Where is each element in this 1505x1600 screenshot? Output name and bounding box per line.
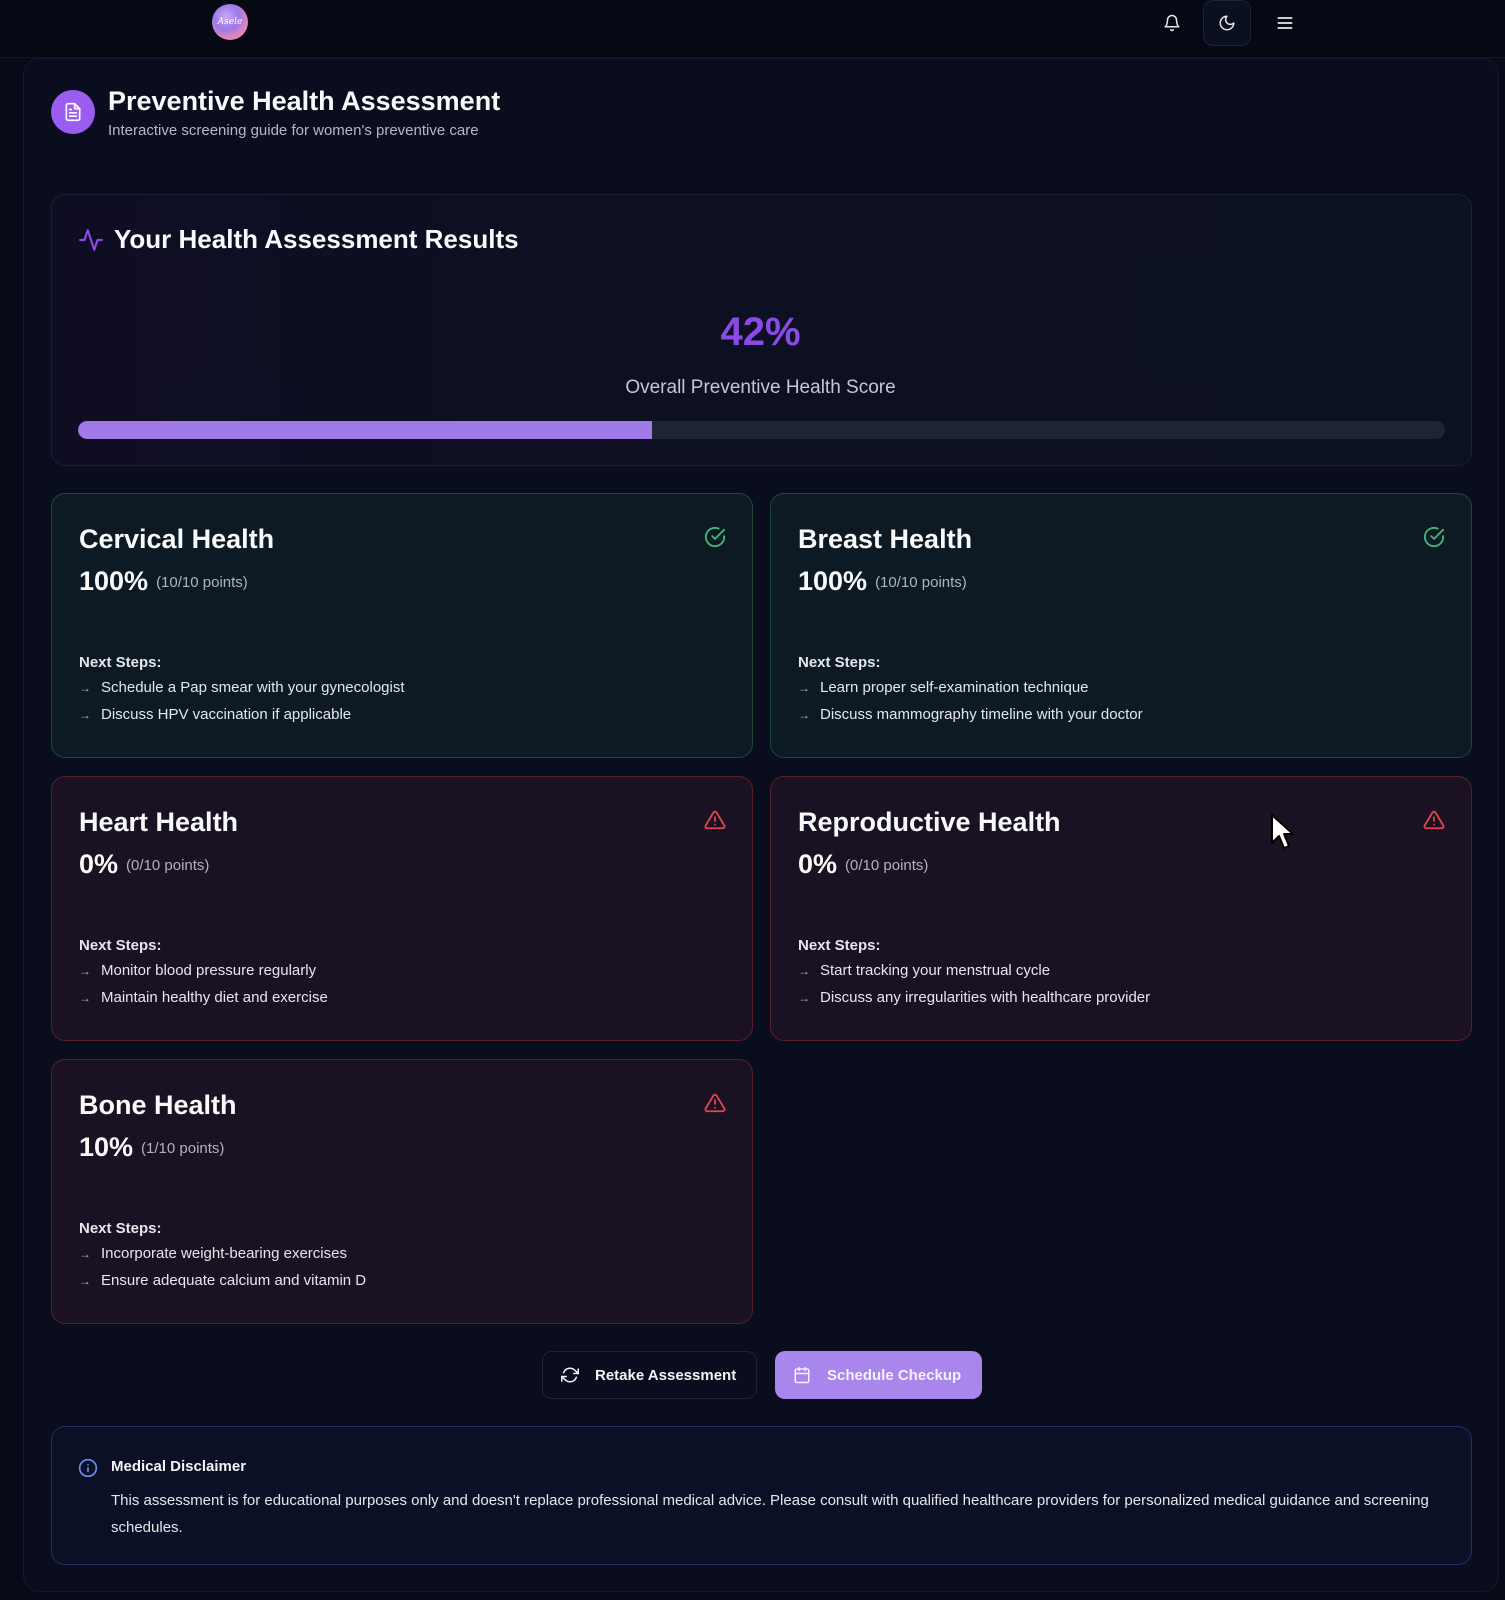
app-logo[interactable]: Asele: [212, 4, 248, 40]
next-step-item: → Start tracking your menstrual cycle: [798, 962, 1050, 979]
next-steps-label: Next Steps:: [79, 1220, 162, 1237]
bell-icon: [1164, 14, 1180, 32]
next-steps-label: Next Steps:: [798, 654, 881, 671]
schedule-checkup-label: Schedule Checkup: [827, 1366, 962, 1384]
overall-score-label: Overall Preventive Health Score: [625, 377, 896, 398]
next-step-text: Monitor blood pressure regularly: [101, 962, 317, 979]
arrow-right-icon: →: [798, 990, 810, 1005]
page-title: Preventive Health Assessment: [108, 86, 501, 116]
category-name: Heart Health: [79, 807, 239, 837]
next-step-item: → Maintain healthy diet and exercise: [79, 989, 328, 1006]
score-progress-bar: [78, 421, 1445, 439]
category-name: Bone Health: [79, 1090, 237, 1120]
category-score: 10% (1/10 points): [79, 1132, 224, 1163]
mouse-cursor-icon: [1270, 813, 1296, 858]
category-score-value: 100%: [79, 566, 149, 596]
next-step-text: Incorporate weight-bearing exercises: [101, 1245, 347, 1262]
category-score-value: 10%: [79, 1132, 134, 1162]
category-card-heart: Heart Health 0% (0/10 points) Next Steps:…: [51, 776, 753, 1041]
arrow-right-icon: →: [798, 707, 810, 722]
next-step-item: → Discuss any irregularities with healthc…: [798, 989, 1150, 1006]
arrow-right-icon: →: [79, 963, 91, 978]
menu-button[interactable]: [1261, 0, 1309, 46]
alert-triangle-icon: [704, 810, 726, 830]
next-steps-label: Next Steps:: [79, 937, 162, 954]
retake-assessment-label: Retake Assessment: [595, 1366, 737, 1384]
document-icon: [65, 102, 81, 122]
category-points: (0/10 points): [845, 857, 929, 874]
category-name: Cervical Health: [79, 524, 275, 554]
alert-triangle-icon: [704, 1093, 726, 1113]
category-card-reproductive: Reproductive Health 0% (0/10 points) Next…: [770, 776, 1472, 1041]
next-step-item: → Schedule a Pap smear with your gynecolo…: [79, 679, 405, 696]
arrow-right-icon: →: [79, 707, 91, 722]
category-score: 0% (0/10 points): [798, 849, 928, 880]
category-score: 100% (10/10 points): [79, 566, 248, 597]
category-score-value: 100%: [798, 566, 868, 596]
category-score-value: 0%: [798, 849, 838, 879]
arrow-right-icon: →: [798, 963, 810, 978]
category-name: Breast Health: [798, 524, 973, 554]
category-points: (1/10 points): [141, 1140, 225, 1157]
disclaimer-text: This assessment is for educational purpo…: [111, 1492, 1429, 1536]
category-score: 100% (10/10 points): [798, 566, 967, 597]
calendar-icon: [793, 1366, 811, 1384]
score-progress-fill: [78, 421, 653, 439]
retake-assessment-button[interactable]: Retake Assessment: [542, 1351, 757, 1399]
check-circle-icon: [704, 526, 726, 548]
next-step-item: → Learn proper self-examination technique: [798, 679, 1089, 696]
refresh-icon: [561, 1366, 579, 1384]
logo-text: Asele: [217, 17, 243, 27]
arrow-right-icon: →: [79, 1246, 91, 1261]
category-score: 0% (0/10 points): [79, 849, 209, 880]
info-icon: [78, 1458, 98, 1483]
next-step-text: Discuss mammography timeline with your d…: [820, 706, 1143, 723]
menu-icon: [1277, 17, 1293, 29]
next-step-text: Start tracking your menstrual cycle: [820, 962, 1051, 979]
next-step-item: → Discuss HPV vaccination if applicable: [79, 706, 351, 723]
arrow-right-icon: →: [798, 680, 810, 695]
next-step-item: → Monitor blood pressure regularly: [79, 962, 316, 979]
next-step-text: Maintain healthy diet and exercise: [101, 989, 328, 1006]
category-points: (0/10 points): [126, 857, 210, 874]
next-step-text: Schedule a Pap smear with your gynecolog…: [101, 679, 405, 696]
next-steps-label: Next Steps:: [79, 654, 162, 671]
category-points: (10/10 points): [156, 574, 248, 591]
notifications-button[interactable]: [1148, 0, 1196, 46]
next-step-text: Ensure adequate calcium and vitamin D: [101, 1272, 367, 1289]
results-title: Your Health Assessment Results: [114, 224, 519, 254]
next-step-text: Discuss any irregularities with healthca…: [820, 989, 1151, 1006]
next-step-item: → Ensure adequate calcium and vitamin D: [79, 1272, 366, 1289]
arrow-right-icon: →: [79, 1273, 91, 1288]
category-card-cervical: Cervical Health 100% (10/10 points) Next …: [51, 493, 753, 758]
page-subtitle: Interactive screening guide for women's …: [108, 122, 479, 139]
disclaimer-title: Medical Disclaimer: [111, 1458, 247, 1475]
category-card-breast: Breast Health 100% (10/10 points) Next St…: [770, 493, 1472, 758]
category-score-value: 0%: [79, 849, 119, 879]
theme-toggle-button[interactable]: [1203, 0, 1251, 46]
top-bar: Asele: [0, 0, 1505, 58]
alert-triangle-icon: [1423, 810, 1445, 830]
category-card-bone: Bone Health 10% (1/10 points) Next Steps:…: [51, 1059, 753, 1324]
category-points: (10/10 points): [875, 574, 967, 591]
activity-icon: [78, 227, 104, 258]
page-header-badge: [51, 90, 95, 134]
next-steps-label: Next Steps:: [798, 937, 881, 954]
schedule-checkup-button[interactable]: Schedule Checkup: [775, 1351, 982, 1399]
next-step-item: → Incorporate weight-bearing exercises: [79, 1245, 347, 1262]
next-step-text: Discuss HPV vaccination if applicable: [101, 706, 352, 723]
next-step-item: → Discuss mammography timeline with your …: [798, 706, 1143, 723]
check-circle-icon: [1423, 526, 1445, 548]
overall-score: 42%: [720, 310, 801, 354]
next-step-text: Learn proper self-examination technique: [820, 679, 1089, 696]
arrow-right-icon: →: [79, 990, 91, 1005]
arrow-right-icon: →: [79, 680, 91, 695]
category-name: Reproductive Health: [798, 807, 1061, 837]
moon-icon: [1219, 15, 1235, 31]
